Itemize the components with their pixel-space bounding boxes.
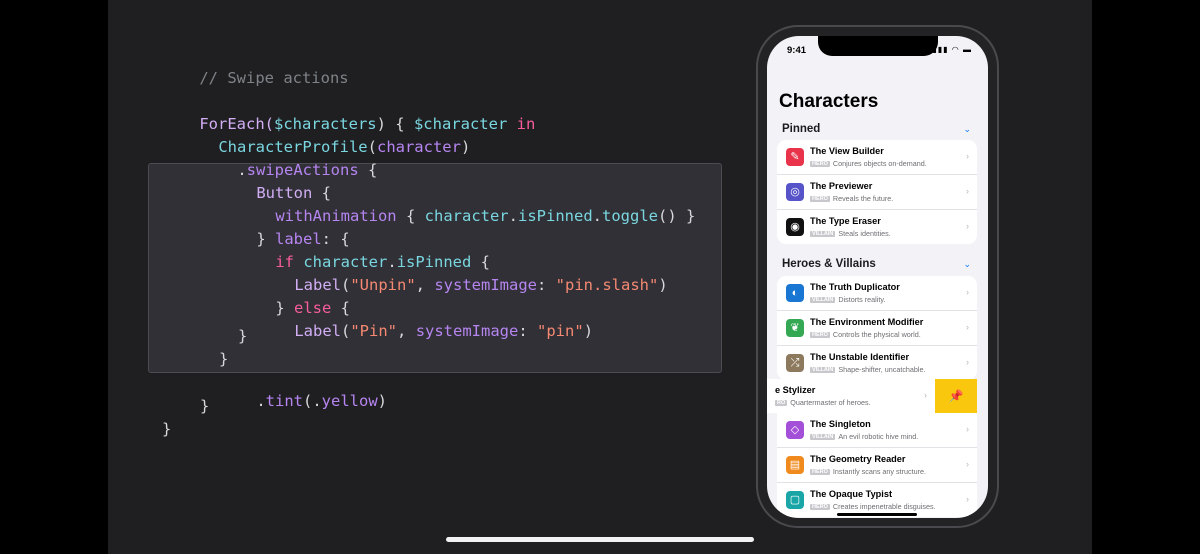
leaf-icon: ❦ [786,319,804,337]
role-badge: HERO [810,504,830,510]
role-badge: HERO [810,196,830,202]
chevron-down-icon[interactable]: ⌄ [963,259,971,270]
diamond-icon: ◇ [786,421,804,439]
list-item[interactable]: ◇ The Singleton VILLAIN An evil robotic h… [777,413,977,448]
role-badge: VILLAIN [810,297,836,303]
page-title: Characters [779,91,879,112]
character-subtitle: VILLAIN Distorts reality. [810,295,886,304]
character-subtitle: VILLAIN Shape-shifter, uncatchable. [810,365,926,374]
swiped-row-content[interactable]: e Stylizer RO Quartermaster of heroes. › [767,379,935,413]
character-subtitle: HERO Reveals the future. [810,194,894,203]
heroes-list-top: ◐ The Truth Duplicator VILLAIN Distorts r… [777,276,977,380]
phone-notch [818,36,938,56]
chevron-right-icon: › [966,221,969,231]
section-header-heroes[interactable]: Heroes & Villains [782,258,876,270]
character-subtitle: HERO Creates impenetrable disguises. [810,502,936,511]
chevron-right-icon: › [966,424,969,434]
character-subtitle: HERO Controls the physical world. [810,330,921,339]
character-name: The Geometry Reader [810,454,906,464]
character-subtitle: HERO Instantly scans any structure. [810,467,926,476]
character-name: The Truth Duplicator [810,282,900,292]
pin-icon: 📌 [948,389,964,403]
role-badge: HERO [810,469,830,475]
chevron-right-icon: › [966,322,969,332]
code-line-15: } [162,420,172,438]
chevron-right-icon: › [966,287,969,297]
role-badge: HERO [810,161,830,167]
duplicate-icon: ◐ [786,284,804,302]
status-time: 9:41 [787,45,807,56]
character-name: e Stylizer [775,385,816,395]
role-badge: VILLAIN [810,434,836,440]
heroes-list-bottom: ◇ The Singleton VILLAIN An evil robotic h… [777,413,977,517]
character-subtitle: VILLAIN Steals identities. [810,229,891,238]
list-item[interactable]: ❦ The Environment Modifier HERO Controls … [777,311,977,346]
character-name: The Type Eraser [810,216,881,226]
code-line-14: } [200,397,210,415]
chevron-right-icon: › [966,151,969,161]
list-item[interactable]: ◉ The Type Eraser VILLAIN Steals identiti… [777,210,977,244]
eye-icon: ◉ [786,218,804,236]
character-subtitle: RO Quartermaster of heroes. [775,398,871,407]
code-line-11: } [238,327,248,345]
character-name: The View Builder [810,146,884,156]
character-name: The Unstable Identifier [810,352,910,362]
character-name: The Opaque Typist [810,489,893,499]
code-line-12: } [219,350,229,368]
chevron-right-icon: › [966,357,969,367]
pin-action-button[interactable]: 📌 [935,379,977,413]
chevron-right-icon: › [966,186,969,196]
character-name: The Environment Modifier [810,317,924,327]
pinned-list: ✎ The View Builder HERO Conjures objects … [777,140,977,244]
shuffle-icon: ⤮ [786,354,804,372]
square-icon: ▢ [786,491,804,509]
character-name: The Previewer [810,181,873,191]
list-item[interactable]: ◎ The Previewer HERO Reveals the future. … [777,175,977,210]
code-line-10: Label("Pin", systemImage: "pin") [294,322,594,340]
status-icons: ▮▮▮ ◠ ▬ [932,45,972,54]
character-subtitle: VILLAIN An evil robotic hive mind. [810,432,919,441]
list-item[interactable]: ▤ The Geometry Reader HERO Instantly scan… [777,448,977,483]
ruler-icon: ▤ [786,456,804,474]
list-item[interactable]: ✎ The View Builder HERO Conjures objects … [777,140,977,175]
list-item[interactable]: ⤮ The Unstable Identifier VILLAIN Shape-s… [777,346,977,380]
phone-screen: 9:41 ▮▮▮ ◠ ▬ Characters Pinned ⌄ ✎ The V… [767,36,988,518]
character-name: The Singleton [810,419,871,429]
swiped-row[interactable]: e Stylizer RO Quartermaster of heroes. › … [767,379,988,413]
chevron-right-icon: › [966,459,969,469]
role-badge: RO [775,400,788,406]
character-subtitle: HERO Conjures objects on-demand. [810,159,927,168]
home-indicator[interactable] [446,537,754,542]
chevron-down-icon[interactable]: ⌄ [963,124,971,135]
chevron-right-icon: › [966,494,969,504]
section-header-pinned[interactable]: Pinned [782,123,820,135]
code-line-13: .tint(.yellow) [256,392,388,410]
phone-home-indicator [837,513,917,516]
role-badge: VILLAIN [810,231,836,237]
list-item[interactable]: ▢ The Opaque Typist HERO Creates impenetr… [777,483,977,517]
wand-icon: ✎ [786,148,804,166]
list-item[interactable]: ◐ The Truth Duplicator VILLAIN Distorts r… [777,276,977,311]
role-badge: VILLAIN [810,367,836,373]
preview-icon: ◎ [786,183,804,201]
role-badge: HERO [810,332,830,338]
chevron-right-icon: › [924,390,927,400]
